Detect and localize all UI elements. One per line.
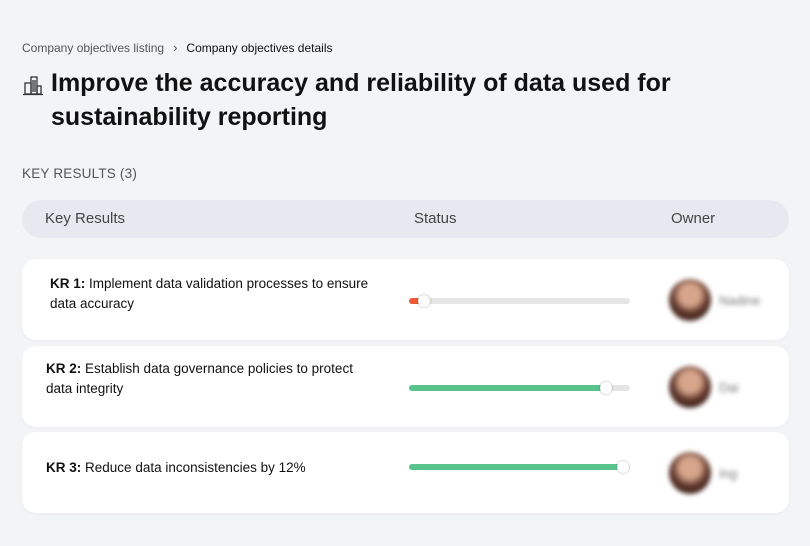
key-result-text: Reduce data inconsistencies by 12% xyxy=(85,460,306,475)
owner[interactable]: Dai xyxy=(669,366,739,408)
progress-fill xyxy=(409,464,624,470)
key-result-prefix: KR 3: xyxy=(46,460,82,475)
key-result-description: KR 2: Establish data governance policies… xyxy=(46,359,376,399)
key-result-prefix: KR 2: xyxy=(46,361,82,376)
breadcrumb-parent-link[interactable]: Company objectives listing xyxy=(22,41,164,55)
owner[interactable]: Nadine xyxy=(669,279,760,321)
objective-header: Improve the accuracy and reliability of … xyxy=(22,66,711,134)
key-results-section-label: KEY RESULTS (3) xyxy=(22,166,138,181)
owner-name: Nadine xyxy=(719,292,761,308)
progress-bar xyxy=(409,382,630,394)
progress-handle xyxy=(599,382,612,394)
key-result-row[interactable]: KR 3: Reduce data inconsistencies by 12%… xyxy=(22,432,789,513)
owner-avatar xyxy=(669,452,711,494)
progress-handle xyxy=(617,461,630,473)
page-title: Improve the accuracy and reliability of … xyxy=(51,69,671,131)
owner-avatar xyxy=(669,366,711,408)
key-result-text: Implement data validation processes to e… xyxy=(50,276,369,311)
key-result-description: KR 3: Reduce data inconsistencies by 12% xyxy=(46,458,406,478)
key-result-description: KR 1: Implement data validation processe… xyxy=(50,274,380,314)
key-result-row[interactable]: KR 1: Implement data validation processe… xyxy=(22,259,789,340)
progress-fill xyxy=(409,385,606,391)
column-header-status: Status xyxy=(414,210,457,227)
building-icon xyxy=(23,76,43,96)
progress-bar xyxy=(409,295,630,307)
owner[interactable]: Ing xyxy=(669,452,737,494)
progress-bar xyxy=(409,461,630,473)
key-result-row[interactable]: KR 2: Establish data governance policies… xyxy=(22,346,789,427)
breadcrumb-separator: › xyxy=(173,40,178,55)
owner-avatar xyxy=(669,279,711,321)
key-result-prefix: KR 1: xyxy=(50,276,86,291)
key-result-text: Establish data governance policies to pr… xyxy=(46,361,353,396)
breadcrumb: Company objectives listing › Company obj… xyxy=(22,40,333,55)
progress-handle xyxy=(418,295,431,307)
column-header-owner: Owner xyxy=(671,210,716,227)
owner-name: Ing xyxy=(719,465,738,481)
owner-name: Dai xyxy=(719,379,739,395)
column-header-key-results: Key Results xyxy=(45,210,126,227)
key-results-table-header: Key Results Status Owner xyxy=(22,200,789,238)
breadcrumb-current: Company objectives details xyxy=(186,40,333,55)
